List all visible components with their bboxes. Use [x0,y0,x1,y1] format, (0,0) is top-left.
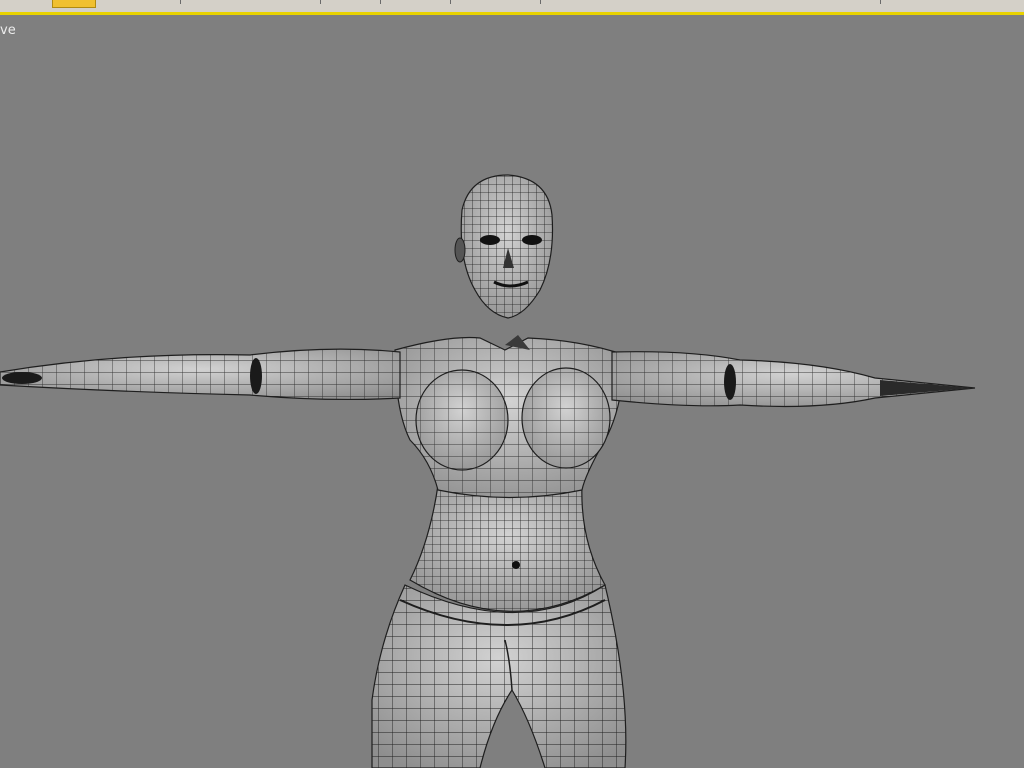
toolbar-tick [380,0,381,4]
torso[interactable] [394,335,626,499]
toolbar-tick [180,0,181,4]
arm-left[interactable] [0,348,401,401]
perspective-viewport[interactable]: ve [0,15,1024,768]
head[interactable] [454,174,554,319]
character-model[interactable] [0,15,1024,768]
arm-right[interactable] [611,351,976,408]
toolbar-tick [880,0,881,4]
waist-corset[interactable] [409,484,606,612]
toolbar-tick [450,0,451,4]
toolbar-tick [320,0,321,4]
hips-and-legs[interactable] [371,584,627,768]
active-toolbar-tab[interactable] [52,0,96,8]
toolbar-tick [540,0,541,4]
